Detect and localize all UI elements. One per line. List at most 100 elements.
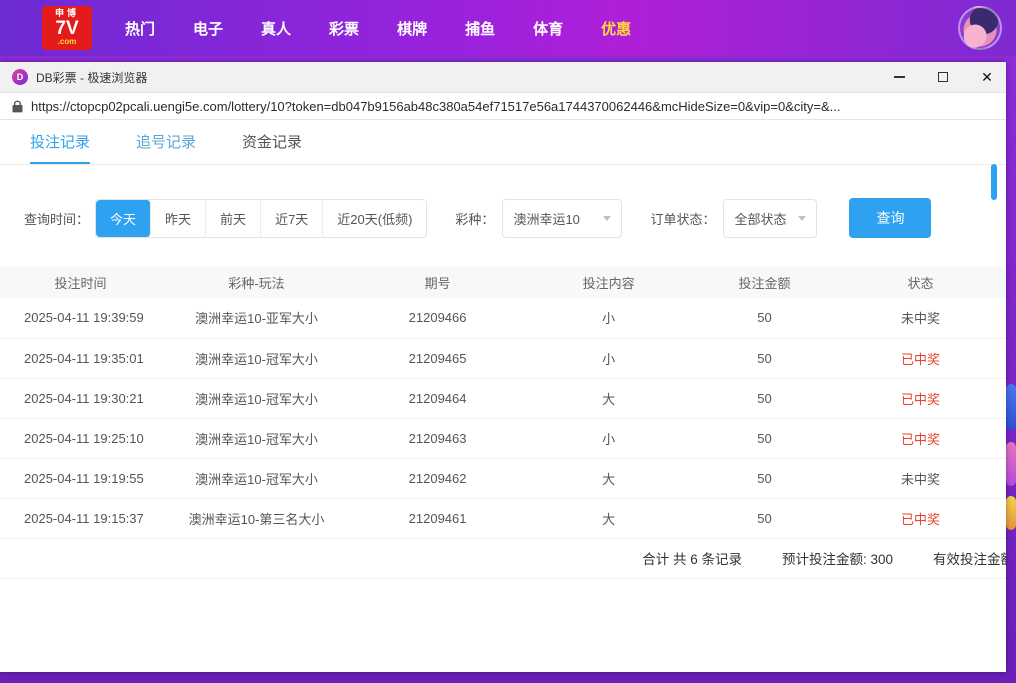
lock-icon	[12, 100, 23, 113]
issue-no: 21209465	[352, 338, 523, 378]
window-controls: ✕	[892, 70, 994, 84]
table-row: 2025-04-11 19:15:37澳洲幸运10-第三名大小21209461大…	[0, 498, 1006, 538]
bet-status: 未中奖	[835, 458, 1006, 498]
column-header: 投注内容	[523, 267, 694, 298]
order-status-select[interactable]: 全部状态	[723, 199, 817, 238]
backdrop-art	[1006, 384, 1016, 430]
close-button[interactable]: ✕	[980, 70, 994, 84]
table-row: 2025-04-11 19:39:59澳洲幸运10-亚军大小21209466小5…	[0, 298, 1006, 338]
time-filter-5[interactable]: 近20天(低频)	[323, 200, 426, 237]
bet-time: 2025-04-11 19:15:37	[0, 498, 161, 538]
maximize-icon	[938, 72, 948, 82]
column-header: 状态	[835, 267, 1006, 298]
bet-status: 已中奖	[835, 498, 1006, 538]
column-header: 投注金额	[694, 267, 835, 298]
nav-item-1[interactable]: 热门	[106, 0, 174, 56]
table-body: 2025-04-11 19:39:59澳洲幸运10-亚军大小21209466小5…	[0, 298, 1006, 538]
record-count-total: 合计 共 6 条记录	[642, 548, 742, 568]
time-filter-2[interactable]: 昨天	[151, 200, 206, 237]
issue-no: 21209463	[352, 418, 523, 458]
nav-item-7[interactable]: 体育	[514, 0, 582, 56]
bet-content: 大	[523, 458, 694, 498]
browser-window-title: DB彩票 - 极速浏览器	[36, 69, 147, 86]
play-type: 澳洲幸运10-第三名大小	[161, 498, 352, 538]
site-logo-main-text: 7V	[55, 19, 78, 39]
play-type: 澳洲幸运10-亚军大小	[161, 298, 352, 338]
expected-bet-amount: 预计投注金额: 300	[782, 548, 893, 568]
bet-content: 大	[523, 498, 694, 538]
column-header: 期号	[352, 267, 523, 298]
chevron-down-icon	[798, 216, 806, 221]
time-filter-label: 查询时间：	[24, 209, 89, 228]
search-button[interactable]: 查询	[849, 198, 931, 238]
nav-item-8[interactable]: 优惠	[582, 0, 650, 56]
time-filter-4[interactable]: 近7天	[261, 200, 323, 237]
browser-titlebar[interactable]: D DB彩票 - 极速浏览器 ✕	[0, 62, 1006, 92]
top-nav-items: 热门电子真人彩票棋牌捕鱼体育优惠	[106, 0, 650, 56]
chevron-down-icon	[603, 216, 611, 221]
address-bar[interactable]: https://ctopcp02pcali.uengi5e.com/lotter…	[0, 92, 1006, 120]
tab-3[interactable]: 资金记录	[242, 120, 302, 164]
play-type: 澳洲幸运10-冠军大小	[161, 378, 352, 418]
bet-status: 已中奖	[835, 338, 1006, 378]
bet-amount: 50	[694, 298, 835, 338]
nav-item-3[interactable]: 真人	[242, 0, 310, 56]
lottery-page-content: 投注记录 追号记录 资金记录 查询时间： 今天昨天前天近7天近20天(低频) 彩种：…	[0, 120, 1006, 672]
bet-amount: 50	[694, 498, 835, 538]
bet-content: 大	[523, 378, 694, 418]
nav-item-2[interactable]: 电子	[174, 0, 242, 56]
backdrop-art	[1006, 496, 1016, 530]
bet-status: 已中奖	[835, 418, 1006, 458]
lottery-select[interactable]: 澳洲幸运10	[502, 199, 622, 238]
user-avatar[interactable]	[958, 6, 1002, 50]
minimize-button[interactable]	[892, 70, 906, 84]
play-type: 澳洲幸运10-冠军大小	[161, 338, 352, 378]
bet-amount: 50	[694, 418, 835, 458]
bet-content: 小	[523, 298, 694, 338]
bet-time: 2025-04-11 19:25:10	[0, 418, 161, 458]
table-row: 2025-04-11 19:25:10澳洲幸运10-冠军大小21209463小5…	[0, 418, 1006, 458]
tab-2[interactable]: 追号记录	[136, 120, 196, 164]
issue-no: 21209466	[352, 298, 523, 338]
play-type: 澳洲幸运10-冠军大小	[161, 458, 352, 498]
bet-amount: 50	[694, 378, 835, 418]
tab-1[interactable]: 投注记录	[30, 120, 90, 164]
bet-records-table: 投注时间彩种-玩法期号投注内容投注金额状态 2025-04-11 19:39:5…	[0, 267, 1006, 539]
bet-time: 2025-04-11 19:30:21	[0, 378, 161, 418]
site-logo[interactable]: 申博 7V .com	[42, 6, 92, 50]
nav-item-5[interactable]: 棋牌	[378, 0, 446, 56]
bet-status: 未中奖	[835, 298, 1006, 338]
time-filter-3[interactable]: 前天	[206, 200, 261, 237]
bet-status: 已中奖	[835, 378, 1006, 418]
page-backdrop: D DB彩票 - 极速浏览器 ✕ https://ctopcp02pcali.u…	[0, 56, 1016, 683]
table-row: 2025-04-11 19:19:55澳洲幸运10-冠军大小21209462大5…	[0, 458, 1006, 498]
scrollbar-thumb[interactable]	[991, 164, 997, 200]
table-row: 2025-04-11 19:35:01澳洲幸运10-冠军大小21209465小5…	[0, 338, 1006, 378]
issue-no: 21209461	[352, 498, 523, 538]
column-header: 投注时间	[0, 267, 161, 298]
lottery-select-label: 彩种：	[455, 209, 494, 228]
browser-window: D DB彩票 - 极速浏览器 ✕ https://ctopcp02pcali.u…	[0, 62, 1006, 672]
site-logo-sub-text: .com	[58, 38, 77, 46]
minimize-icon	[894, 76, 905, 78]
nav-item-4[interactable]: 彩票	[310, 0, 378, 56]
bet-content: 小	[523, 338, 694, 378]
table-row: 2025-04-11 19:30:21澳洲幸运10-冠军大小21209464大5…	[0, 378, 1006, 418]
issue-no: 21209462	[352, 458, 523, 498]
table-header-row: 投注时间彩种-玩法期号投注内容投注金额状态	[0, 267, 1006, 298]
bet-amount: 50	[694, 338, 835, 378]
time-filter-group: 今天昨天前天近7天近20天(低频)	[95, 199, 427, 238]
valid-bet-amount: 有效投注金额:	[933, 548, 1006, 568]
lottery-select-value: 澳洲幸运10	[513, 209, 579, 228]
order-status-value: 全部状态	[734, 209, 786, 228]
url-text: https://ctopcp02pcali.uengi5e.com/lotter…	[31, 99, 841, 114]
column-header: 彩种-玩法	[161, 267, 352, 298]
bet-time: 2025-04-11 19:39:59	[0, 298, 161, 338]
backdrop-art	[1006, 442, 1016, 486]
maximize-button[interactable]	[936, 70, 950, 84]
nav-item-6[interactable]: 捕鱼	[446, 0, 514, 56]
site-top-nav: 申博 7V .com 热门电子真人彩票棋牌捕鱼体育优惠	[0, 0, 1016, 56]
time-filter-1[interactable]: 今天	[96, 200, 151, 237]
order-status-label: 订单状态：	[650, 209, 715, 228]
close-icon: ✕	[981, 70, 993, 84]
